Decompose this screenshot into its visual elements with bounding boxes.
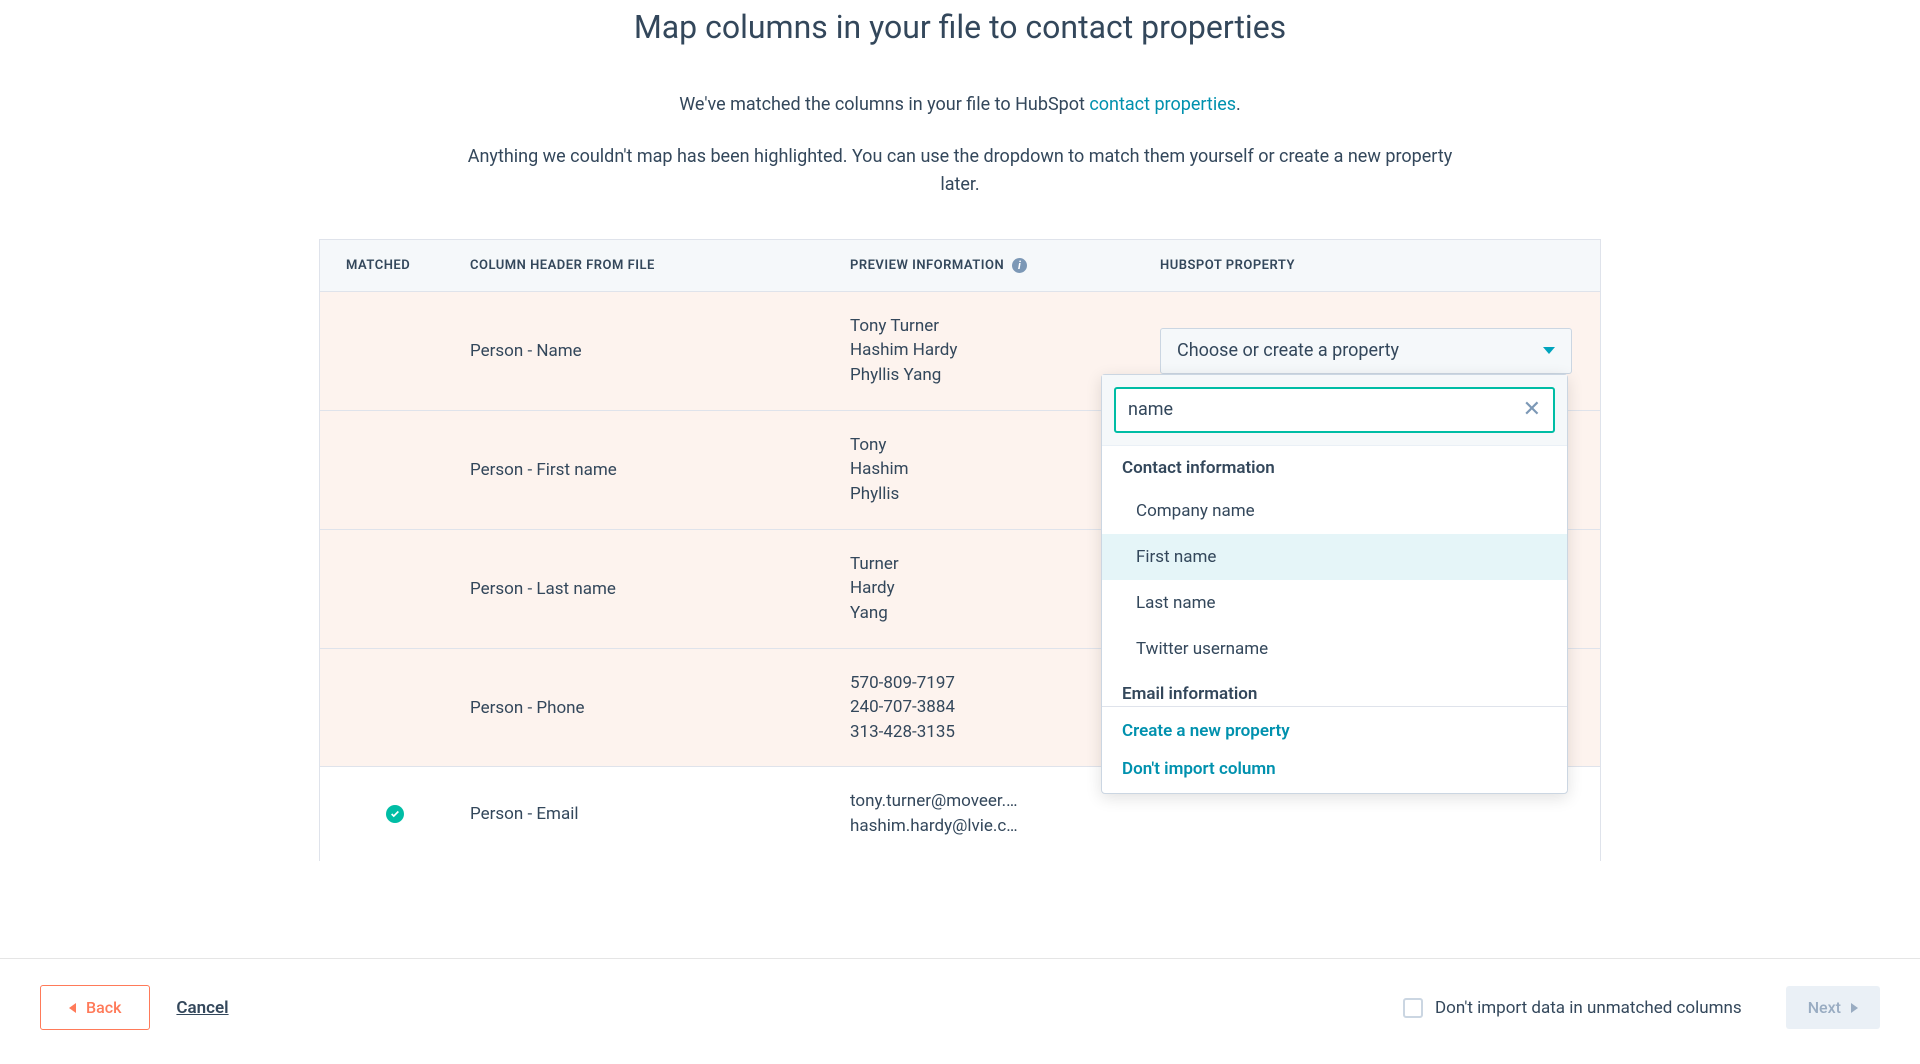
page-title: Map columns in your file to contact prop… [60, 8, 1860, 46]
next-button-label: Next [1808, 998, 1841, 1017]
column-header-cell: Person - Email [470, 804, 850, 824]
chevron-left-icon [69, 1003, 76, 1013]
property-select-label: Choose or create a property [1177, 340, 1399, 361]
property-cell: Choose or create a property ✕ Contact in… [1160, 328, 1600, 374]
bottom-right: Don't import data in unmatched columns N… [1403, 986, 1880, 1029]
dropdown-search-wrap: ✕ [1102, 375, 1567, 446]
info-icon[interactable]: i [1012, 258, 1027, 273]
dont-import-unmatched-checkbox[interactable]: Don't import data in unmatched columns [1403, 998, 1742, 1018]
th-preview: PREVIEW INFORMATION i [850, 258, 1160, 273]
back-button-label: Back [86, 998, 121, 1017]
dropdown-group-label: Email information [1102, 672, 1567, 706]
dropdown-group-label: Contact information [1102, 446, 1567, 488]
th-property: HUBSPOT PROPERTY [1160, 258, 1600, 273]
th-matched: MATCHED [320, 258, 470, 273]
subtitle-line-1: We've matched the columns in your file t… [60, 94, 1860, 115]
header-area: Map columns in your file to contact prop… [0, 8, 1920, 239]
table-row: Person - Name Tony TurnerHashim HardyPhy… [320, 292, 1600, 411]
subtitle-line-2: Anything we couldn't map has been highli… [460, 143, 1460, 199]
column-header-cell: Person - First name [470, 460, 850, 480]
bottom-bar: Back Cancel Don't import data in unmatch… [0, 958, 1920, 1056]
create-new-property-link[interactable]: Create a new property [1122, 721, 1547, 741]
property-dropdown-panel: ✕ Contact information Company name First… [1101, 374, 1568, 794]
column-header-cell: Person - Phone [470, 698, 850, 718]
next-button[interactable]: Next [1786, 986, 1880, 1029]
chevron-right-icon [1851, 1003, 1858, 1013]
checkbox-icon [1403, 998, 1423, 1018]
dropdown-option[interactable]: Last name [1102, 580, 1567, 626]
cancel-link[interactable]: Cancel [176, 998, 228, 1018]
dont-import-column-link[interactable]: Don't import column [1122, 759, 1547, 779]
dropdown-footer-actions: Create a new property Don't import colum… [1102, 706, 1567, 793]
contact-properties-link[interactable]: contact properties [1089, 94, 1236, 115]
dropdown-list[interactable]: Contact information Company name First n… [1102, 446, 1567, 706]
table-header-row: MATCHED COLUMN HEADER FROM FILE PREVIEW … [320, 240, 1600, 292]
check-icon [386, 805, 404, 823]
preview-cell: tony.turner@moveer.…hashim.hardy@lvie.c… [850, 789, 1160, 838]
property-select[interactable]: Choose or create a property [1160, 328, 1572, 374]
column-header-cell: Person - Name [470, 341, 850, 361]
mapping-table: MATCHED COLUMN HEADER FROM FILE PREVIEW … [319, 239, 1601, 861]
subtitle1-prefix: We've matched the columns in your file t… [679, 94, 1089, 115]
dropdown-search-input[interactable] [1128, 399, 1523, 420]
subtitle1-suffix: . [1236, 94, 1241, 115]
caret-down-icon [1543, 347, 1555, 354]
th-preview-label: PREVIEW INFORMATION [850, 258, 1004, 273]
dropdown-option[interactable]: First name [1102, 534, 1567, 580]
column-header-cell: Person - Last name [470, 579, 850, 599]
dont-import-unmatched-label: Don't import data in unmatched columns [1435, 998, 1742, 1018]
page: Map columns in your file to contact prop… [0, 8, 1920, 1064]
matched-cell [320, 805, 470, 823]
clear-search-icon[interactable]: ✕ [1523, 399, 1541, 421]
dropdown-option[interactable]: Company name [1102, 488, 1567, 534]
dropdown-option[interactable]: Twitter username [1102, 626, 1567, 672]
back-button[interactable]: Back [40, 985, 150, 1030]
th-column-header: COLUMN HEADER FROM FILE [470, 258, 850, 273]
dropdown-search-box: ✕ [1114, 387, 1555, 433]
